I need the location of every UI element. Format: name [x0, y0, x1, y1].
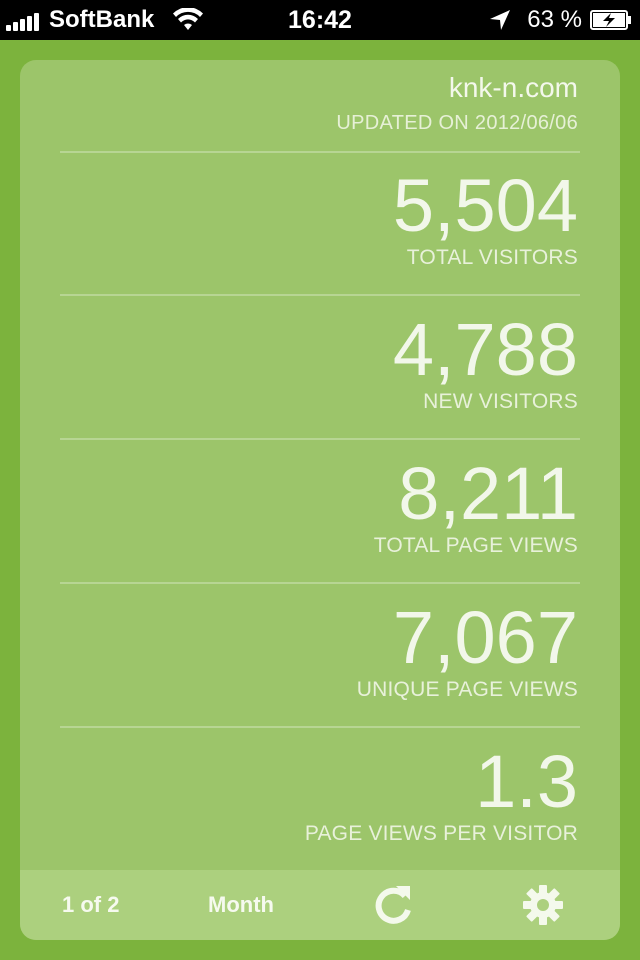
metric-label: UNIQUE PAGE VIEWS	[356, 678, 578, 701]
refresh-icon[interactable]	[372, 882, 416, 928]
metric-label: NEW VISITORS	[423, 390, 578, 413]
metric-new-visitors: 4,788 NEW VISITORS	[60, 296, 580, 440]
location-arrow-icon	[490, 10, 511, 30]
metric-label: TOTAL VISITORS	[406, 246, 578, 269]
metric-value: 1.3	[475, 740, 578, 823]
gear-icon[interactable]	[522, 884, 564, 926]
metric-total-page-views: 8,211 TOTAL PAGE VIEWS	[60, 440, 580, 584]
metric-value: 8,211	[398, 452, 578, 535]
metric-label: TOTAL PAGE VIEWS	[373, 534, 578, 557]
status-bar: SoftBank 16:42 63 %	[0, 0, 640, 40]
battery-percent: 63 %	[527, 6, 582, 33]
stats-card: knk-n.com UPDATED ON 2012/06/06 5,504 TO…	[20, 60, 620, 940]
site-name: knk-n.com	[448, 72, 578, 103]
metric-value: 7,067	[392, 596, 578, 679]
period-button[interactable]: Month	[208, 870, 274, 940]
metric-value: 5,504	[392, 164, 578, 247]
status-bar-right: 63 %	[489, 0, 632, 40]
battery-charging-icon	[590, 10, 631, 30]
metric-unique-page-views: 7,067 UNIQUE PAGE VIEWS	[60, 584, 580, 728]
bottom-toolbar: 1 of 2 Month	[20, 870, 620, 940]
metric-value: 4,788	[392, 308, 578, 391]
card-header: knk-n.com UPDATED ON 2012/06/06	[60, 60, 580, 153]
metric-page-views-per-visitor: 1.3 PAGE VIEWS PER VISITOR	[60, 728, 580, 870]
page-indicator-button[interactable]: 1 of 2	[62, 870, 119, 940]
updated-date: UPDATED ON 2012/06/06	[336, 112, 578, 134]
metric-total-visitors: 5,504 TOTAL VISITORS	[60, 152, 580, 296]
metric-label: PAGE VIEWS PER VISITOR	[304, 822, 578, 845]
